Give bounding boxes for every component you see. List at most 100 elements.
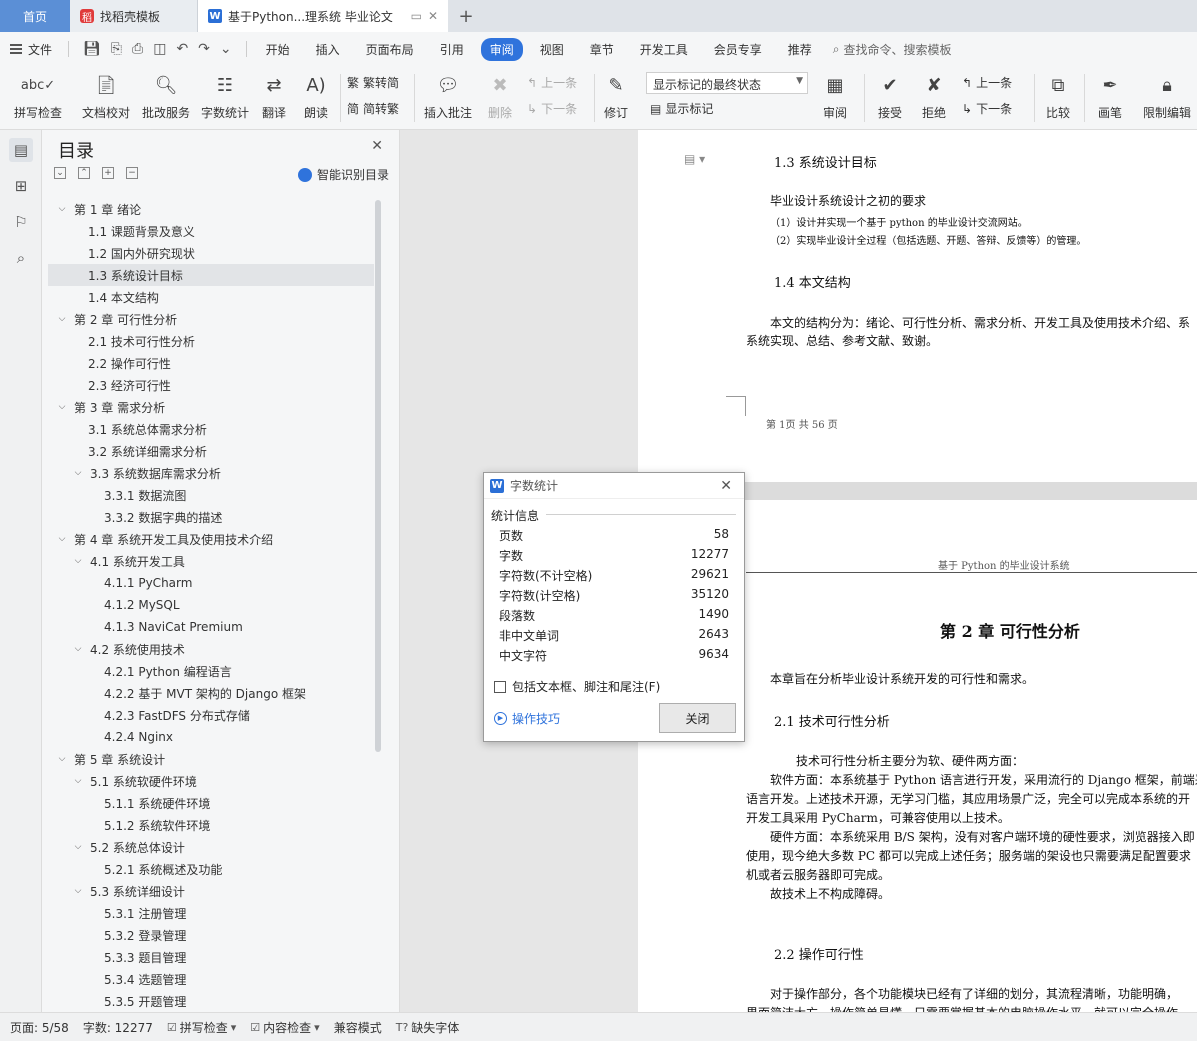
remove-heading-icon[interactable]: − bbox=[126, 167, 138, 179]
insert-comment-button[interactable]: 💬︎ 插入批注 bbox=[420, 66, 476, 121]
chevron-down-icon[interactable]: ⌵ bbox=[72, 556, 84, 566]
toc-item[interactable]: 2.3 经济可行性 bbox=[48, 374, 374, 396]
menu-tab[interactable]: 会员专享 bbox=[705, 38, 771, 61]
read-aloud-button[interactable]: A) 朗读 bbox=[298, 66, 334, 121]
tips-link[interactable]: ▶ 操作技巧 bbox=[494, 710, 560, 727]
new-tab-button[interactable]: + bbox=[448, 0, 484, 32]
chevron-down-icon[interactable]: ⌵ bbox=[56, 204, 68, 214]
more-icon[interactable]: ⌄ bbox=[220, 41, 232, 57]
file-menu[interactable]: 文件 bbox=[0, 41, 62, 58]
toc-item[interactable]: 4.1.2 MySQL bbox=[48, 594, 374, 616]
undo-icon[interactable]: ↶ bbox=[176, 41, 188, 57]
chevron-down-icon[interactable]: ⌵ bbox=[56, 402, 68, 412]
toc-item[interactable]: ⌵ 第 1 章 绪论 bbox=[48, 198, 374, 220]
to-traditional-button[interactable]: 简 简转繁 bbox=[347, 100, 399, 117]
toc-item[interactable]: ⌵ 第 5 章 系统设计 bbox=[48, 748, 374, 770]
toc-item[interactable]: 1.3 系统设计目标 bbox=[48, 264, 374, 286]
chevron-down-icon[interactable]: ⌵ bbox=[72, 468, 84, 478]
toc-item[interactable]: 5.1.1 系统硬件环境 bbox=[48, 792, 374, 814]
toc-item[interactable]: 4.2.1 Python 编程语言 bbox=[48, 660, 374, 682]
word-count-button[interactable]: ☷ 字数统计 bbox=[197, 66, 253, 121]
chevron-down-icon[interactable]: ⌵ bbox=[56, 754, 68, 764]
toc-item[interactable]: ⌵ 第 3 章 需求分析 bbox=[48, 396, 374, 418]
toc-item[interactable]: ⌵ 5.1 系统软硬件环境 bbox=[48, 770, 374, 792]
menu-tab[interactable]: 审阅 bbox=[480, 37, 523, 61]
print-icon[interactable]: ⎙ bbox=[132, 41, 143, 57]
chevron-down-icon[interactable]: ⌵ bbox=[72, 776, 84, 786]
toc-item[interactable]: ⌵ 3.3 系统数据库需求分析 bbox=[48, 462, 374, 484]
redo-icon[interactable]: ↷ bbox=[198, 41, 210, 57]
search-icon[interactable]: ⌕ bbox=[9, 246, 33, 270]
menu-tab[interactable]: 引用 bbox=[431, 38, 473, 61]
toc-item[interactable]: 5.3.4 选题管理 bbox=[48, 968, 374, 990]
compare-button[interactable]: ⧉ 比较 bbox=[1038, 66, 1078, 121]
toc-item[interactable]: 3.2 系统详细需求分析 bbox=[48, 440, 374, 462]
tab-document[interactable]: W 基于Python...理系统 毕业论文 ▭ ✕ bbox=[198, 0, 448, 32]
close-icon[interactable]: ✕ bbox=[371, 138, 383, 154]
menu-tab[interactable]: 章节 bbox=[581, 38, 623, 61]
toc-panel-icon[interactable]: ▤ bbox=[9, 138, 33, 162]
menu-tab[interactable]: 开发工具 bbox=[631, 38, 697, 61]
toc-item[interactable]: 3.3.2 数据字典的描述 bbox=[48, 506, 374, 528]
toc-item[interactable]: 4.2.4 Nginx bbox=[48, 726, 374, 748]
menu-tab[interactable]: 视图 bbox=[531, 38, 573, 61]
chevron-down-icon[interactable]: ⌵ bbox=[72, 644, 84, 654]
command-search[interactable]: ⌕ 查找命令、搜索模板 bbox=[833, 41, 952, 58]
toc-item[interactable]: 5.2.1 系统概述及功能 bbox=[48, 858, 374, 880]
toc-item[interactable]: 1.1 课题背景及意义 bbox=[48, 220, 374, 242]
toc-item[interactable]: 4.1.3 NaviCat Premium bbox=[48, 616, 374, 638]
toc-item[interactable]: 2.1 技术可行性分析 bbox=[48, 330, 374, 352]
translate-button[interactable]: ⇄ 翻译 bbox=[254, 66, 294, 121]
accept-button[interactable]: ✔ 接受 bbox=[870, 66, 910, 121]
close-tab-icon[interactable]: ✕ bbox=[428, 9, 438, 23]
track-changes-button[interactable]: ✎ 修订 bbox=[598, 66, 634, 121]
toc-item[interactable]: 5.3.3 题目管理 bbox=[48, 946, 374, 968]
reject-button[interactable]: ✘ 拒绝 bbox=[914, 66, 954, 121]
print-preview-icon[interactable]: ◫ bbox=[153, 41, 166, 57]
markup-state-select[interactable]: 显示标记的最终状态 ▼ bbox=[646, 72, 808, 94]
chevron-down-icon[interactable]: ⌵ bbox=[72, 842, 84, 852]
close-icon[interactable]: ✕ bbox=[720, 478, 732, 494]
save-icon[interactable]: 💾︎ bbox=[83, 41, 101, 57]
chevron-down-icon[interactable]: ⌵ bbox=[56, 534, 68, 544]
compat-mode[interactable]: 兼容模式 bbox=[334, 1019, 382, 1036]
toc-item[interactable]: ⌵ 第 4 章 系统开发工具及使用技术介绍 bbox=[48, 528, 374, 550]
bookmark-icon[interactable]: ⚐ bbox=[9, 210, 33, 234]
toc-item[interactable]: 4.2.3 FastDFS 分布式存储 bbox=[48, 704, 374, 726]
show-markup-button[interactable]: ▤ 显示标记 bbox=[650, 100, 713, 117]
expand-icon[interactable]: ⌄ bbox=[54, 167, 66, 179]
spellcheck-status[interactable]: ☑ 拼写检查 ▾ bbox=[167, 1019, 236, 1036]
toc-item[interactable]: 3.3.1 数据流图 bbox=[48, 484, 374, 506]
review-pane-button[interactable]: ▦ 审阅 bbox=[815, 66, 855, 121]
toc-item[interactable]: ⌵ 5.3 系统详细设计 bbox=[48, 880, 374, 902]
window-icon[interactable]: ▭ bbox=[411, 9, 422, 23]
spellcheck-button[interactable]: abc✓ 拼写检查 bbox=[8, 66, 68, 121]
tab-templates[interactable]: 稻 找稻壳模板 bbox=[70, 0, 198, 32]
tab-home[interactable]: 首页 bbox=[0, 0, 70, 32]
close-button[interactable]: 关闭 bbox=[659, 703, 736, 733]
menu-tab[interactable]: 推荐 bbox=[779, 38, 821, 61]
batch-service-button[interactable]: 🔍︎ 批改服务 bbox=[138, 66, 194, 121]
toc-item[interactable]: 1.2 国内外研究现状 bbox=[48, 242, 374, 264]
delete-comment-button[interactable]: ✖ 删除 bbox=[480, 66, 520, 121]
ink-button[interactable]: ✒ 画笔 bbox=[1090, 66, 1130, 121]
toc-item[interactable]: 5.3.1 注册管理 bbox=[48, 902, 374, 924]
next-change-button[interactable]: ↳ 下一条 bbox=[962, 100, 1012, 117]
add-heading-icon[interactable]: + bbox=[102, 167, 114, 179]
page-indicator[interactable]: 页面: 5/58 bbox=[10, 1019, 69, 1036]
toc-scrollbar[interactable] bbox=[375, 200, 381, 752]
chevron-down-icon[interactable]: ⌵ bbox=[56, 314, 68, 324]
word-count-indicator[interactable]: 字数: 12277 bbox=[83, 1019, 153, 1036]
menu-tab[interactable]: 页面布局 bbox=[357, 38, 423, 61]
toc-item[interactable]: 4.1.1 PyCharm bbox=[48, 572, 374, 594]
toc-item[interactable]: 5.1.2 系统软件环境 bbox=[48, 814, 374, 836]
toc-item[interactable]: 2.2 操作可行性 bbox=[48, 352, 374, 374]
toc-item[interactable]: 4.2.2 基于 MVT 架构的 Django 框架 bbox=[48, 682, 374, 704]
toc-item[interactable]: ⌵ 第 2 章 可行性分析 bbox=[48, 308, 374, 330]
menu-tab[interactable]: 开始 bbox=[257, 38, 299, 61]
toc-item[interactable]: ⌵ 4.2 系统使用技术 bbox=[48, 638, 374, 660]
toc-item[interactable]: 1.4 本文结构 bbox=[48, 286, 374, 308]
toc-item[interactable]: 3.1 系统总体需求分析 bbox=[48, 418, 374, 440]
export-pdf-icon[interactable]: ⎘ bbox=[111, 41, 122, 57]
next-comment-button[interactable]: ↳ 下一条 bbox=[527, 100, 577, 117]
